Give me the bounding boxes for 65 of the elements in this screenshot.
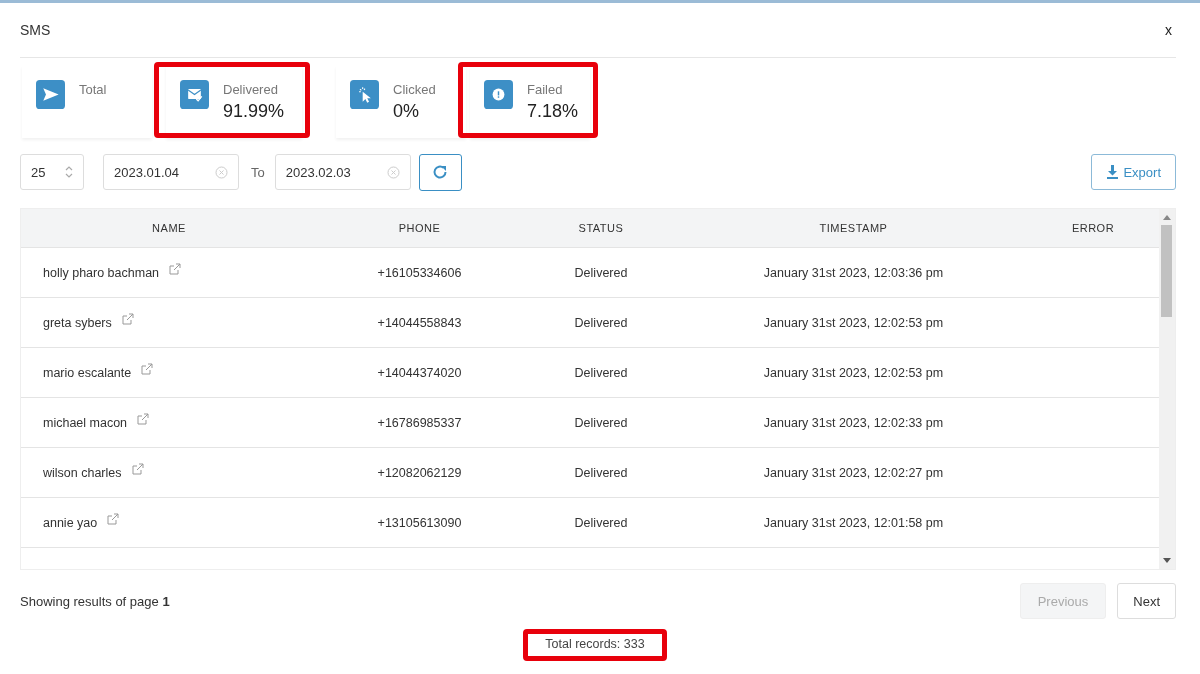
next-button[interactable]: Next xyxy=(1117,583,1176,619)
table-cell: Delivered xyxy=(574,515,628,530)
to-label: To xyxy=(251,164,265,180)
table-cell: January 31st 2023, 12:02:53 pm xyxy=(763,365,944,380)
table-cell: January 31st 2023, 12:02:27 pm xyxy=(763,465,944,480)
column-header: STATUS xyxy=(522,209,680,248)
external-link-icon[interactable] xyxy=(121,312,134,325)
export-button[interactable]: Export xyxy=(1091,154,1176,190)
stat-value: 7.18% xyxy=(527,101,579,122)
table-cell: +14044558843 xyxy=(377,315,462,330)
table-cell: +16786985337 xyxy=(377,415,462,430)
stat-value: 91.99% xyxy=(223,101,285,122)
table-cell: annie yao xyxy=(43,515,98,530)
column-header: ERROR xyxy=(1027,209,1159,248)
table-cell: January 31st 2023, 12:01:58 pm xyxy=(763,515,944,530)
scrollbar-thumb[interactable] xyxy=(1161,225,1172,317)
table-cell: January 31st 2023, 12:02:33 pm xyxy=(763,415,944,430)
scroll-up-icon[interactable] xyxy=(1163,214,1171,220)
table-cell: Delivered xyxy=(574,415,628,430)
external-link-icon[interactable] xyxy=(169,262,182,275)
total-records: Total records: 333 xyxy=(545,637,645,651)
table-cell: +12082062129 xyxy=(377,465,462,480)
page-info: Showing results of page 1 xyxy=(20,593,170,609)
table-cell: holly pharo bachman xyxy=(43,265,160,280)
scrollbar[interactable] xyxy=(1159,209,1175,569)
table-cell: +16105334606 xyxy=(377,265,462,280)
scroll-down-icon[interactable] xyxy=(1163,558,1171,564)
table-cell: mario escalante xyxy=(43,365,132,380)
external-link-icon[interactable] xyxy=(131,462,144,475)
alert-icon xyxy=(484,80,513,109)
stat-label: Delivered xyxy=(223,82,279,97)
external-link-icon[interactable] xyxy=(107,512,120,525)
date-field[interactable]: 2023.02.03 xyxy=(274,154,411,190)
close-button[interactable]: x xyxy=(1161,20,1176,40)
table-cell: January 31st 2023, 12:03:36 pm xyxy=(763,265,944,280)
download-icon xyxy=(1106,165,1120,179)
spinner-icon xyxy=(65,165,73,179)
dialog-title: SMS xyxy=(20,22,51,38)
external-link-icon[interactable] xyxy=(141,362,154,375)
table-cell: wilson charles xyxy=(43,465,122,480)
table-cell: Delivered xyxy=(574,465,628,480)
table-cell: +14044374020 xyxy=(377,365,462,380)
column-header: PHONE xyxy=(317,209,522,248)
envelope-check-icon xyxy=(180,80,209,109)
clear-icon[interactable] xyxy=(215,165,228,179)
cursor-click-icon xyxy=(350,80,379,109)
column-header: TIMESTAMP xyxy=(680,209,1027,248)
date-field[interactable]: 2023.01.04 xyxy=(103,154,239,190)
refresh-button[interactable] xyxy=(418,153,462,191)
table-cell: +13105613090 xyxy=(377,515,462,530)
table-cell: michael macon xyxy=(43,415,128,430)
table-cell: greta sybers xyxy=(43,315,112,330)
table-cell: Delivered xyxy=(574,265,628,280)
stat-label: Failed xyxy=(527,82,564,97)
page-size-field[interactable]: 25 xyxy=(20,154,84,190)
stat-label: Total xyxy=(79,82,107,97)
column-header: NAME xyxy=(21,209,317,248)
table-cell: Delivered xyxy=(574,315,628,330)
clear-icon[interactable] xyxy=(386,165,400,179)
external-link-icon[interactable] xyxy=(137,412,150,425)
stat-value: 0% xyxy=(393,101,420,122)
table-cell: Delivered xyxy=(574,365,628,380)
send-icon xyxy=(36,80,65,109)
stat-label: Clicked xyxy=(393,82,436,97)
table-cell: January 31st 2023, 12:02:53 pm xyxy=(763,315,944,330)
